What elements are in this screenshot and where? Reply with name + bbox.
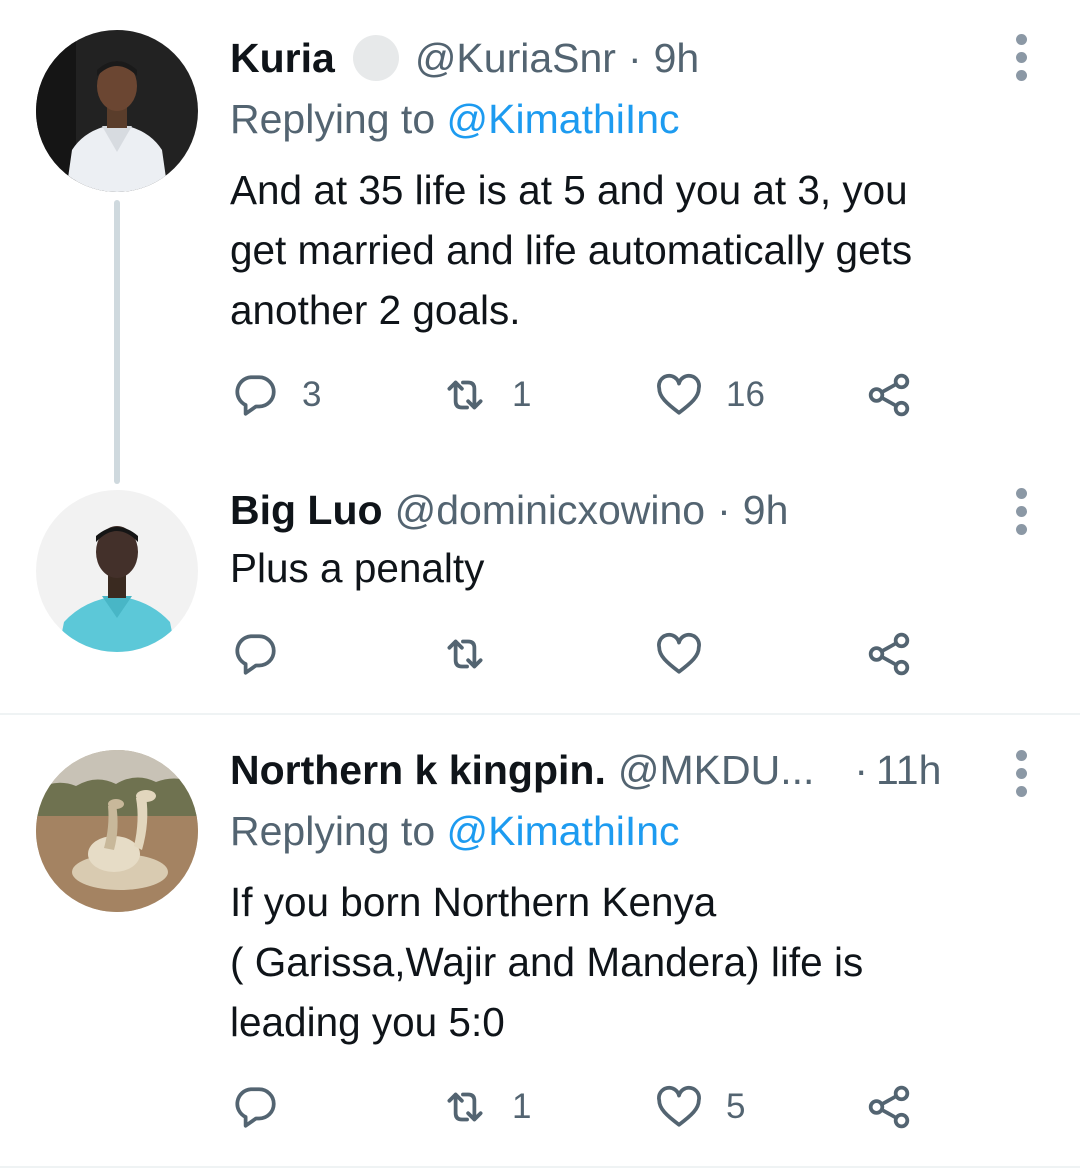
replying-prefix: Replying to: [230, 808, 436, 854]
retweet-icon: [447, 1092, 483, 1122]
share-icon: [868, 373, 910, 417]
retweet-icon: [447, 639, 483, 669]
like-icon: [657, 632, 701, 674]
retweet-button[interactable]: [440, 624, 490, 684]
tweet-big-luo[interactable]: Big Luo @dominicxowino · 9h Plus a penal…: [0, 470, 1080, 714]
like-icon: [657, 1085, 701, 1127]
reply-icon: [235, 1087, 276, 1128]
retweet-count: 1: [512, 1087, 532, 1126]
text-line: Plus a penalty: [230, 545, 485, 591]
retweet-icon: [447, 380, 483, 410]
text-line: ( Garissa,Wajir and Mandera) life is: [230, 939, 864, 985]
separator-dot: ·: [627, 34, 642, 81]
text-line: And at 35 life is at 5 and you at 3, you: [230, 167, 908, 213]
tweet-northern-k-kingpin[interactable]: Northern k kingpin. @MKDU... · 11h Reply…: [0, 716, 1080, 1173]
share-button[interactable]: [864, 365, 914, 425]
timestamp[interactable]: 9h: [743, 487, 789, 534]
like-count: 16: [726, 375, 765, 414]
text-line: leading you 5:0: [230, 999, 505, 1045]
separator-dot: ·: [717, 486, 731, 533]
author-handle[interactable]: @KuriaSnr: [415, 35, 616, 82]
reply-count: 3: [302, 375, 322, 414]
reply-button[interactable]: 3: [230, 365, 321, 425]
avatar[interactable]: [36, 490, 198, 652]
verified-badge: [352, 35, 399, 81]
tweet-text: And at 35 life is at 5 and you at 3, you…: [230, 160, 1030, 340]
share-icon: [868, 632, 910, 676]
share-button[interactable]: [864, 1077, 914, 1137]
retweet-count: 1: [512, 375, 532, 414]
more-icon[interactable]: [1016, 488, 1028, 535]
avatar[interactable]: [36, 30, 198, 192]
retweet-button[interactable]: 1: [440, 365, 531, 425]
author-handle[interactable]: @MKDU...: [618, 747, 815, 794]
action-bar: 1 5: [230, 1077, 930, 1137]
tweet-text: If you born Northern Kenya ( Garissa,Waj…: [230, 872, 1030, 1052]
like-button[interactable]: 16: [654, 365, 765, 425]
text-line: another 2 goals.: [230, 287, 521, 333]
avatar[interactable]: [36, 750, 198, 912]
like-button[interactable]: [654, 624, 704, 684]
share-button[interactable]: [864, 624, 914, 684]
reply-icon: [235, 634, 276, 675]
separator-dot: ·: [854, 746, 869, 793]
replying-mention[interactable]: @KimathiInc: [447, 808, 680, 854]
replying-prefix: Replying to: [230, 96, 436, 142]
action-bar: [230, 624, 930, 684]
tweet-header: Kuria @KuriaSnr · 9h: [230, 30, 990, 86]
divider: [0, 713, 1080, 715]
author-name[interactable]: Kuria: [230, 35, 335, 82]
author-handle[interactable]: @dominicxowino: [395, 487, 706, 534]
tweet-kuria[interactable]: Kuria @KuriaSnr · 9h Replying to @Kimath…: [0, 0, 1080, 484]
replying-mention[interactable]: @KimathiInc: [447, 96, 680, 142]
reply-icon: [235, 375, 276, 416]
divider: [0, 1166, 1080, 1168]
reply-button[interactable]: [230, 624, 280, 684]
action-bar: 3 1 16: [230, 365, 930, 425]
timestamp[interactable]: 9h: [654, 35, 700, 82]
tweet-header: Northern k kingpin. @MKDU... · 11h: [230, 742, 990, 798]
more-icon[interactable]: [1016, 750, 1028, 797]
like-button[interactable]: 5: [654, 1077, 745, 1137]
tweet-text: Plus a penalty: [230, 538, 1030, 598]
replying-to: Replying to @KimathiInc: [230, 808, 680, 855]
replying-to: Replying to @KimathiInc: [230, 96, 680, 143]
reply-button[interactable]: [230, 1077, 280, 1137]
retweet-button[interactable]: 1: [440, 1077, 531, 1137]
thread-line: [114, 200, 120, 484]
more-icon[interactable]: [1016, 34, 1028, 81]
like-icon: [657, 373, 701, 415]
like-count: 5: [726, 1087, 746, 1126]
text-line: get married and life automatically gets: [230, 227, 913, 273]
text-line: If you born Northern Kenya: [230, 879, 717, 925]
author-name[interactable]: Northern k kingpin.: [230, 747, 606, 794]
timestamp[interactable]: 11h: [876, 747, 941, 794]
tweet-header: Big Luo @dominicxowino · 9h: [230, 482, 990, 538]
author-name[interactable]: Big Luo: [230, 487, 383, 534]
share-icon: [868, 1085, 910, 1129]
